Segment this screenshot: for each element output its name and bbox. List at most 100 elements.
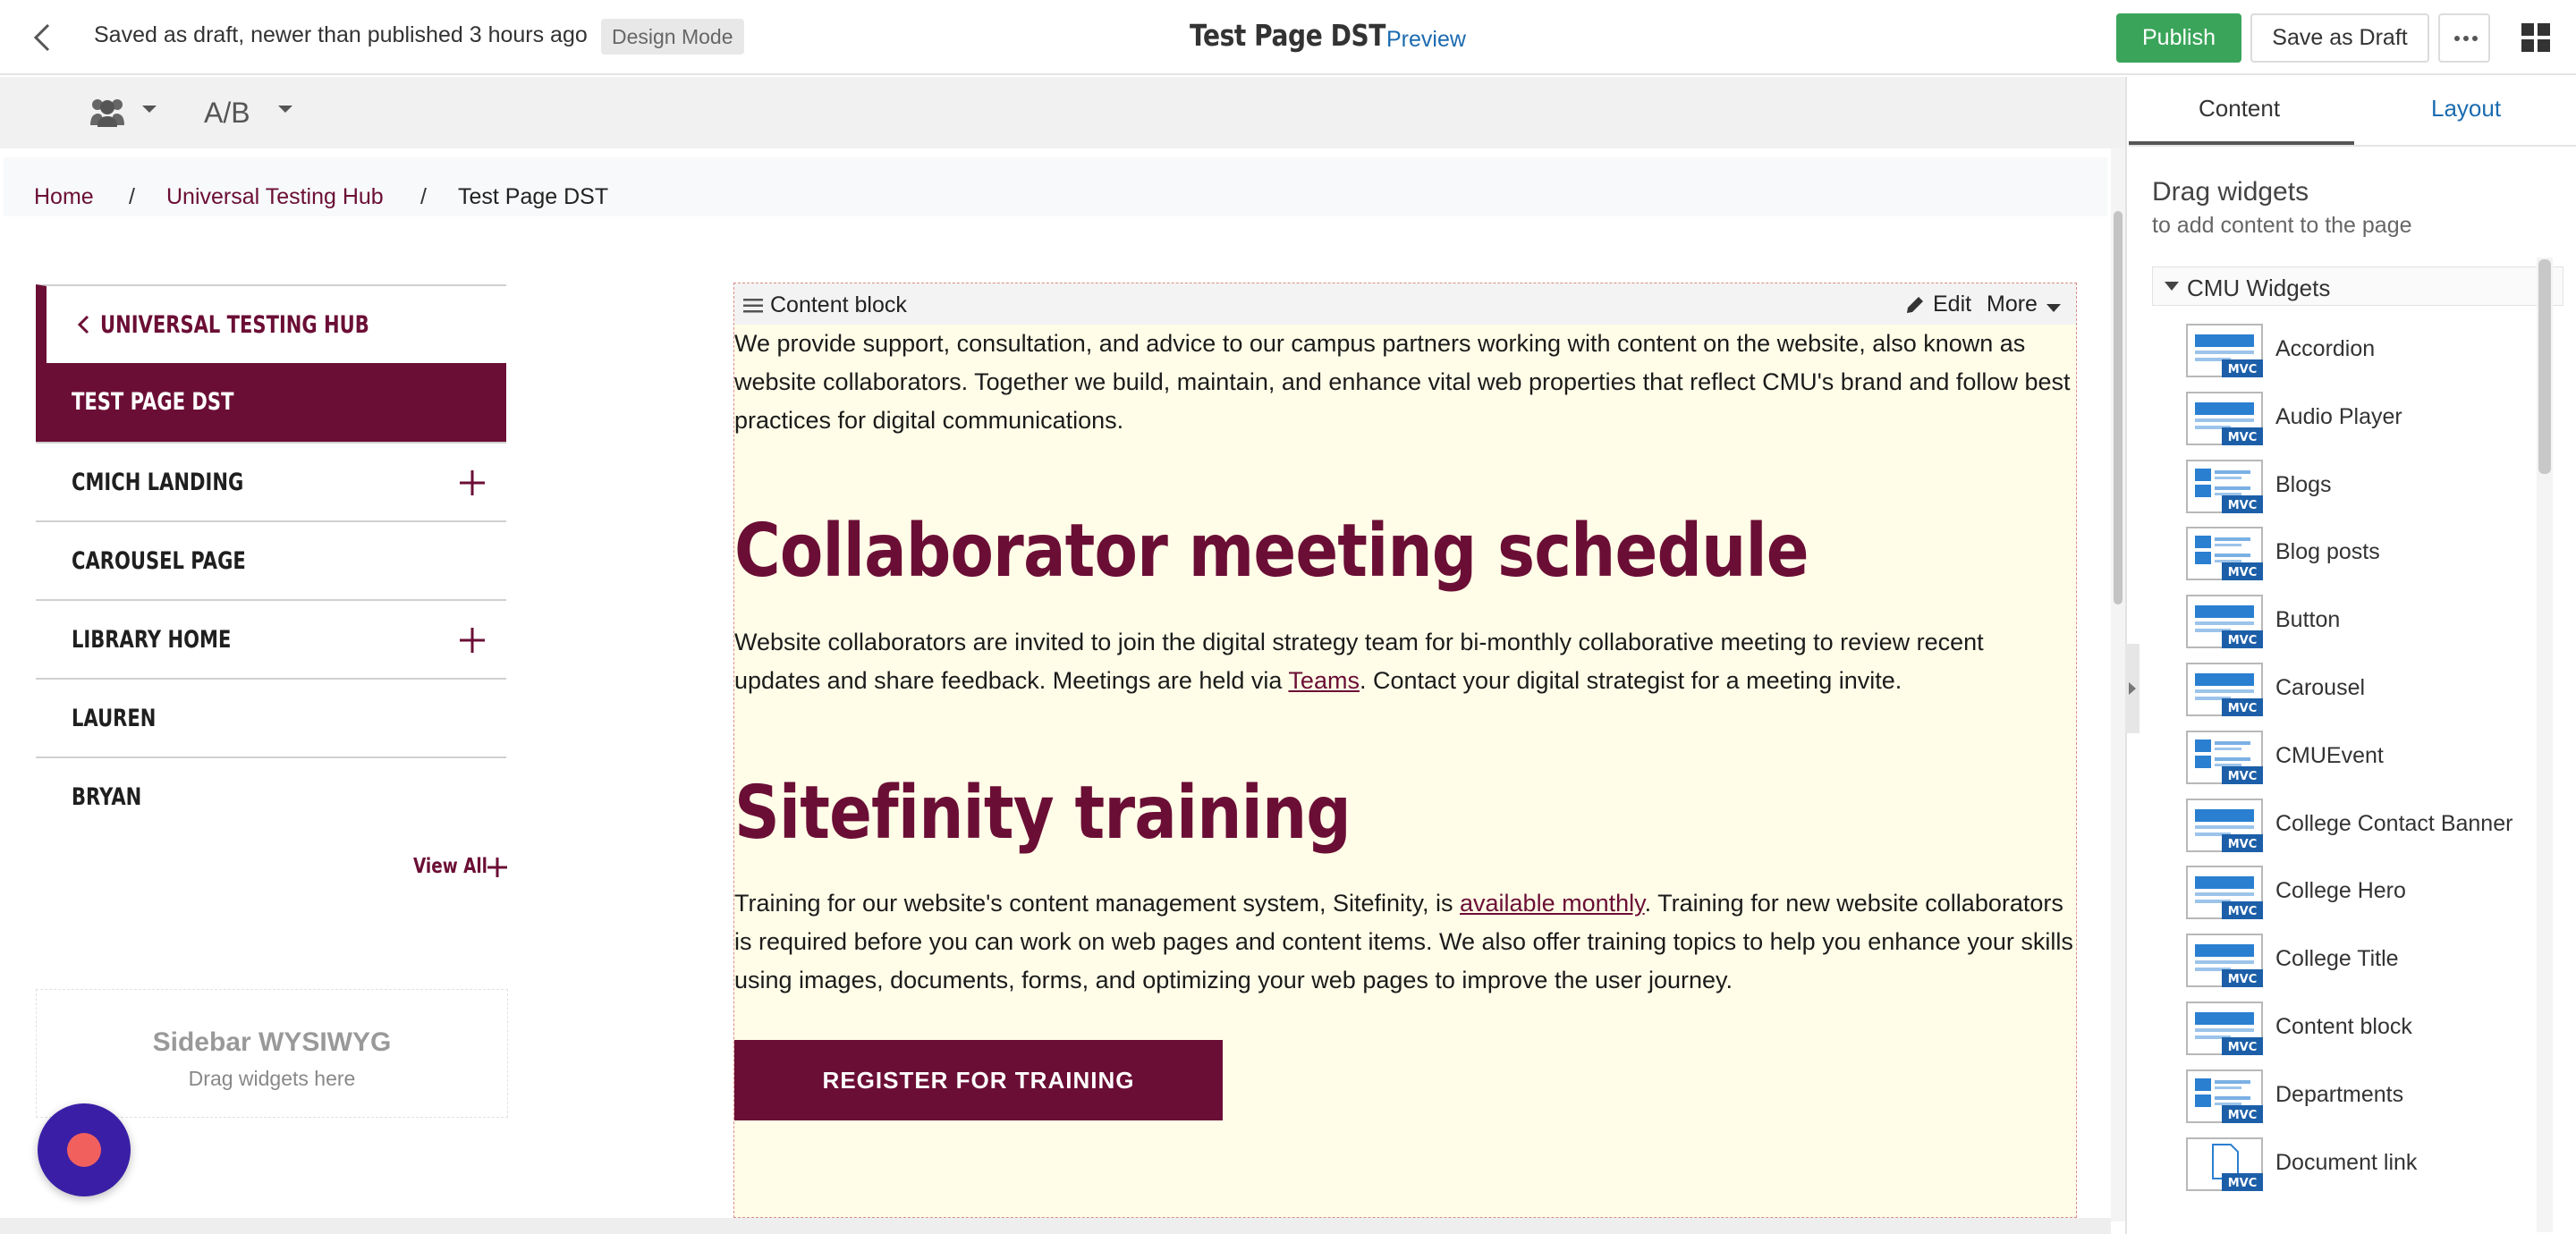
top-bar: Saved as draft, newer than published 3 h… [0, 0, 2576, 75]
available-monthly-link[interactable]: available monthly [1460, 890, 1645, 917]
widget-item[interactable]: MVC Departments [2186, 1064, 2562, 1132]
widget-item[interactable]: MVC Content block [2186, 996, 2562, 1064]
preview-link[interactable]: Preview [1386, 27, 1466, 53]
widget-mvc-icon: MVC [2186, 459, 2263, 513]
sidebar-zone-hint: Drag widgets here [188, 1067, 356, 1090]
widget-item[interactable]: MVC Blogs [2186, 454, 2562, 522]
widget-group-label: CMU Widgets [2187, 275, 2331, 301]
widget-group-cmu-widgets[interactable]: CMU Widgets [2152, 266, 2563, 306]
widget-mvc-icon: MVC [2186, 662, 2263, 716]
widget-item[interactable]: MVC Accordion [2186, 318, 2562, 386]
mvc-badge-label: MVC [2228, 499, 2258, 512]
chevron-left-icon [77, 315, 89, 334]
canvas-scrollbar[interactable] [2111, 148, 2125, 1221]
nav-item-bryan[interactable]: Bryan [36, 756, 506, 835]
canvas-horizontal-scrollbar[interactable] [0, 1218, 2111, 1234]
register-for-training-button[interactable]: REGISTER FOR TRAINING [734, 1040, 1223, 1120]
personas-icon[interactable] [89, 95, 125, 129]
caret-right-icon [2129, 682, 2136, 695]
widget-label: Blog posts [2275, 539, 2380, 565]
widget-item[interactable]: MVC Blog posts [2186, 521, 2562, 589]
edit-button[interactable]: Edit [1933, 292, 1971, 317]
scrollbar-thumb[interactable] [2538, 259, 2551, 474]
apps-grid-icon[interactable] [2521, 22, 2551, 53]
editor-toolbar: A/B [0, 77, 2125, 148]
chevron-down-icon[interactable] [2046, 303, 2062, 314]
widget-label: Departments [2275, 1081, 2404, 1107]
more-menu-button[interactable]: More [1987, 292, 2038, 317]
widget-list: MVC Accordion MVC Audio Player MVC Blogs MVC Bl… [2186, 318, 2562, 1199]
training-paragraph: Training for our website's content manag… [734, 884, 2076, 1000]
meeting-text: . Contact your digital strategist for a … [1359, 667, 1902, 694]
nav-parent-universal-testing-hub[interactable]: Universal Testing Hub [36, 284, 506, 363]
nav-item-label: Test Page DST [72, 388, 234, 416]
plus-icon[interactable] [487, 857, 508, 878]
widget-item[interactable]: MVC Carousel [2186, 657, 2562, 725]
widget-item[interactable]: MVC CMUEvent [2186, 725, 2562, 793]
ellipsis-icon [2454, 36, 2478, 41]
view-all-link[interactable]: View All [413, 855, 487, 878]
widget-item[interactable]: MVC College Hero [2186, 860, 2562, 928]
save-as-draft-button[interactable]: Save as Draft [2250, 13, 2429, 63]
widget-mvc-icon: MVC [2186, 934, 2263, 988]
mvc-badge-label: MVC [2228, 1109, 2258, 1122]
breadcrumb-universal-testing-hub[interactable]: Universal Testing Hub [166, 184, 384, 210]
mvc-badge-label: MVC [2228, 566, 2258, 579]
nav-item-label: Lauren [72, 705, 157, 732]
active-tab-indicator [2129, 141, 2354, 145]
page-canvas: Home / Universal Testing Hub / Test Page… [0, 148, 2111, 1221]
nav-item-library-home[interactable]: Library Home [36, 599, 506, 678]
widget-mvc-icon: MVC [2186, 1001, 2263, 1055]
training-text: Training for our website's content manag… [734, 890, 1461, 917]
widget-mvc-icon: MVC [2186, 798, 2263, 852]
widget-label: College Hero [2275, 878, 2406, 904]
widget-item[interactable]: MVC Document link [2186, 1132, 2562, 1200]
intro-paragraph: We provide support, consultation, and ad… [734, 330, 2071, 434]
breadcrumb-home[interactable]: Home [34, 184, 94, 210]
scrollbar-thumb[interactable] [2114, 211, 2123, 604]
chevron-down-icon[interactable] [277, 104, 293, 114]
chevron-down-icon[interactable] [141, 104, 157, 114]
drag-handle-icon[interactable] [743, 298, 763, 314]
panel-collapse-toggle[interactable] [2125, 644, 2140, 733]
pencil-icon[interactable] [1904, 294, 1926, 316]
widget-label: Blogs [2275, 471, 2332, 497]
widget-item[interactable]: MVC College Title [2186, 928, 2562, 996]
nav-item-cmich-landing[interactable]: CMICH Landing [36, 442, 506, 520]
widget-mvc-icon: MVC [2186, 391, 2263, 445]
nav-item-carousel-page[interactable]: Carousel Page [36, 520, 506, 599]
mvc-badge-label: MVC [2228, 431, 2258, 444]
widget-label: Carousel [2275, 674, 2366, 700]
page-title: Test Page DST [1190, 18, 1386, 53]
sidebar-drop-zone[interactable]: Sidebar WYSIWYG Drag widgets here [36, 989, 508, 1118]
sidebar-zone-title: Sidebar WYSIWYG [152, 1027, 392, 1057]
widget-item[interactable]: MVC Button [2186, 589, 2562, 657]
teams-link[interactable]: Teams [1288, 667, 1360, 694]
widget-label: Accordion [2275, 336, 2376, 361]
mvc-badge-label: MVC [2228, 363, 2258, 376]
mvc-badge-label: MVC [2228, 1177, 2258, 1190]
breadcrumb-separator: / [420, 184, 427, 209]
nav-item-label: CMICH Landing [72, 469, 244, 496]
ab-testing-label[interactable]: A/B [204, 97, 250, 130]
nav-item-test-page-dst[interactable]: Test Page DST [36, 363, 506, 442]
more-actions-button[interactable] [2438, 13, 2490, 63]
nav-item-lauren[interactable]: Lauren [36, 678, 506, 756]
widgets-panel: Content Layout Drag widgets to add conte… [2125, 77, 2576, 1234]
widget-mvc-icon: MVC [2186, 324, 2263, 377]
expand-plus-icon[interactable] [458, 626, 487, 655]
breadcrumb-current: Test Page DST [458, 184, 609, 209]
content-block-widget[interactable]: Content block Edit More We provide suppo… [733, 283, 2077, 1218]
widget-item[interactable]: MVC Audio Player [2186, 386, 2562, 454]
chat-launcher-button[interactable] [38, 1103, 131, 1196]
back-arrow-icon[interactable] [25, 20, 61, 55]
expand-plus-icon[interactable] [458, 469, 487, 497]
tab-layout[interactable]: Layout [2431, 95, 2501, 123]
widget-item[interactable]: MVC College Contact Banner [2186, 793, 2562, 861]
widget-label: College Contact Banner [2275, 810, 2513, 836]
widget-mvc-icon: MVC [2186, 527, 2263, 581]
publish-button[interactable]: Publish [2116, 13, 2241, 63]
tab-content[interactable]: Content [2199, 95, 2280, 123]
widget-label: Content block [2275, 1013, 2412, 1039]
section-navigation: Universal Testing Hub Test Page DST CMIC… [36, 284, 506, 835]
